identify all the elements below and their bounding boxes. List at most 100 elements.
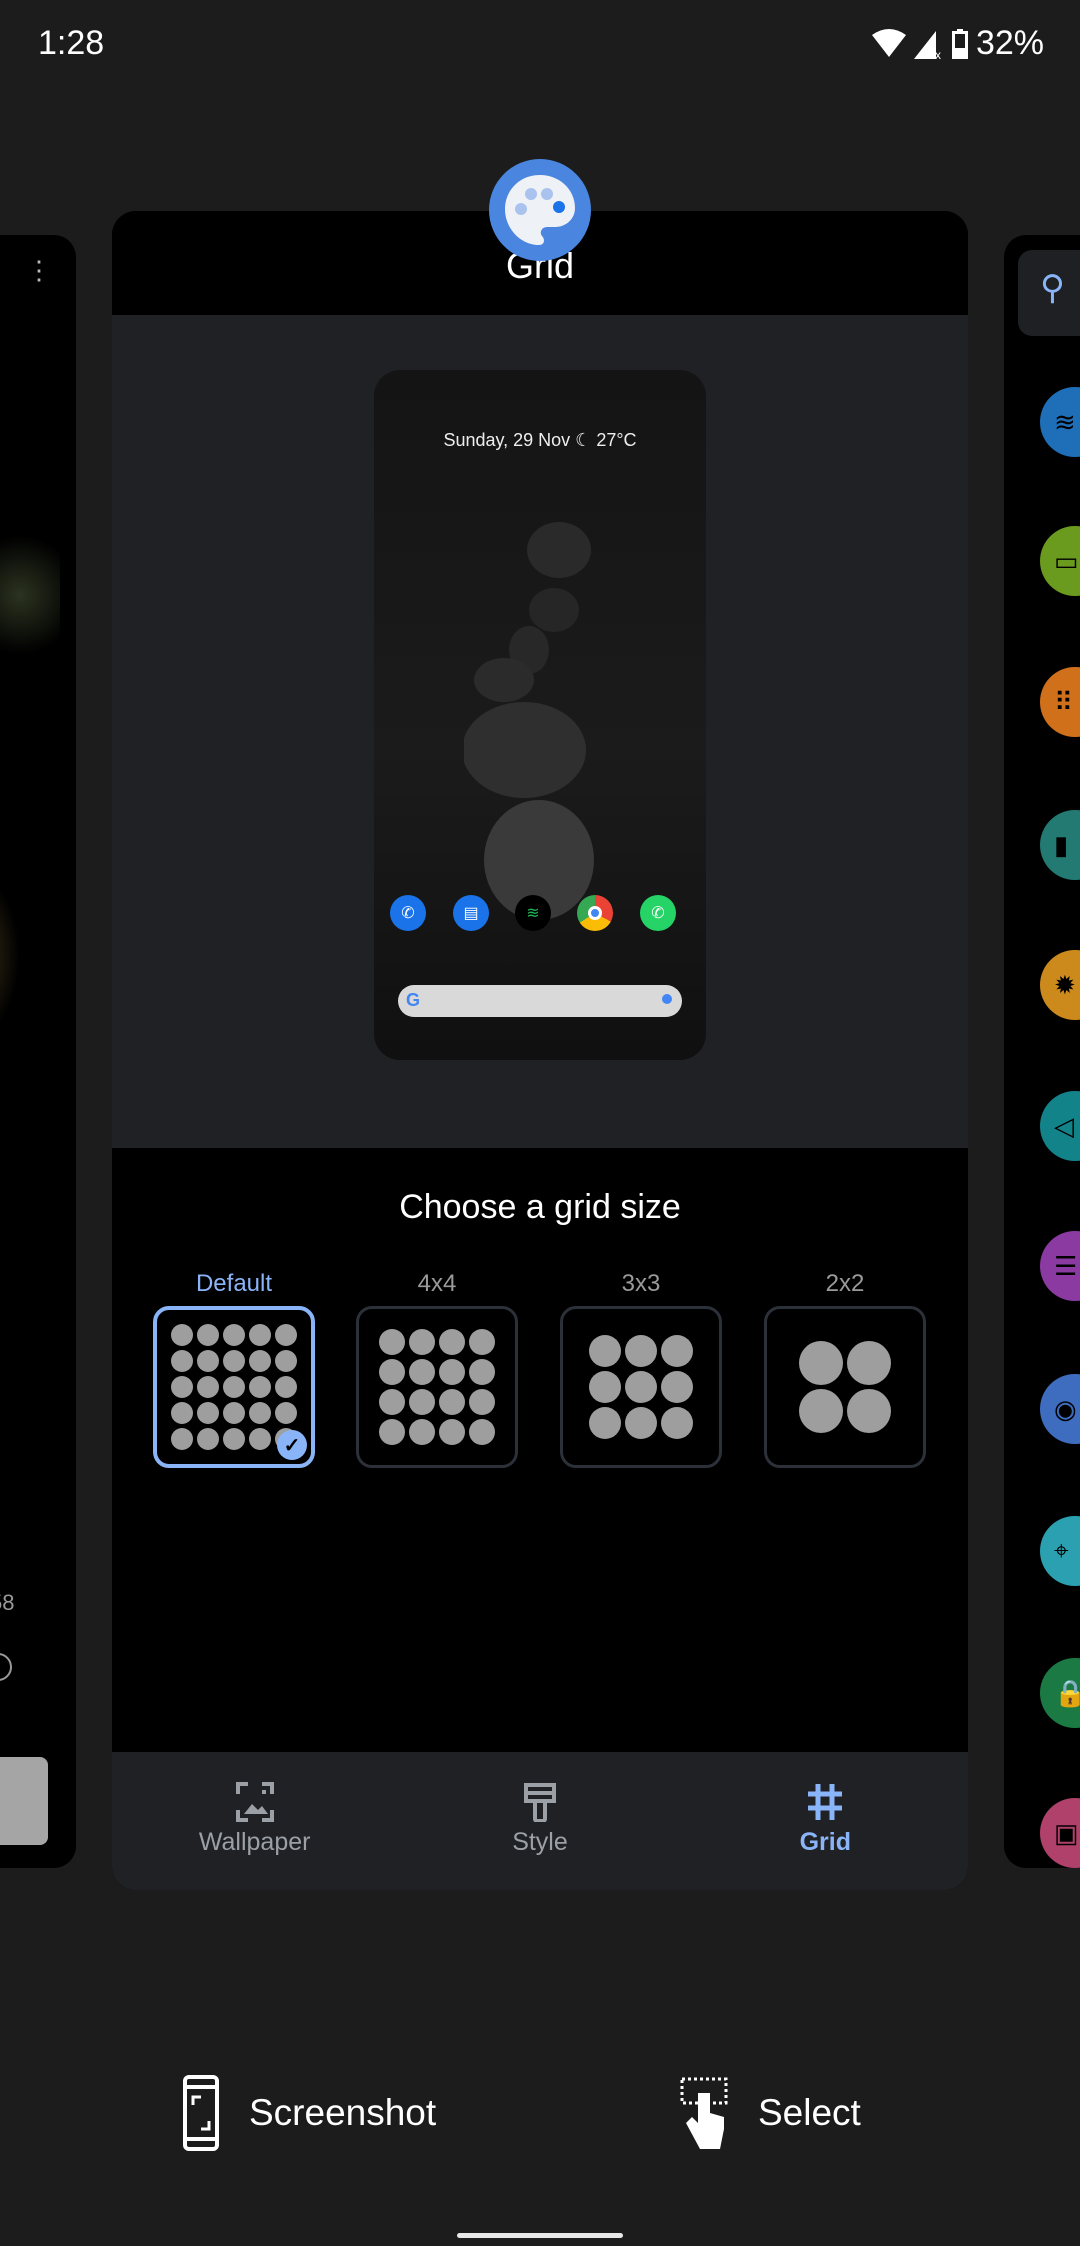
home-screen-preview[interactable]: Sunday, 29 Nov ☾ 27°C ✆ ▤ ≋ ✆ G <box>374 370 706 1060</box>
signal-no-data-icon: x <box>913 30 941 59</box>
grid-option-2x2[interactable] <box>764 1306 926 1468</box>
grid-dot <box>249 1324 271 1346</box>
grid-dot <box>223 1350 245 1372</box>
grid-dot <box>275 1350 297 1372</box>
wallpaper-sculpture <box>464 522 594 920</box>
grid-dot <box>469 1389 495 1415</box>
app-icon-palette[interactable] <box>489 159 591 261</box>
grid-dot <box>275 1324 297 1346</box>
grid-size-section: Choose a grid size Default ✓ 4x4 3x3 2x2 <box>112 1148 968 1752</box>
chrome-app-icon[interactable] <box>577 895 613 931</box>
status-time: 1:28 <box>38 24 105 62</box>
grid-dot <box>223 1376 245 1398</box>
grid-dot <box>249 1376 271 1398</box>
grid-dot <box>409 1359 435 1385</box>
whatsapp-app-icon[interactable]: ✆ <box>640 895 676 931</box>
tab-label: Wallpaper <box>198 1828 311 1856</box>
tab-style[interactable]: Style <box>397 1752 682 1890</box>
bottom-nav: Wallpaper Style Grid <box>112 1752 968 1890</box>
grid-dot <box>589 1407 621 1439</box>
grid-option-label: Default <box>195 1270 273 1297</box>
grid-dot <box>799 1389 843 1433</box>
screenshot-icon <box>183 2075 219 2151</box>
grid-dot <box>379 1419 405 1445</box>
grid-dot <box>439 1419 465 1445</box>
grid-dot <box>379 1359 405 1385</box>
grid-dot <box>439 1359 465 1385</box>
grid-dot <box>197 1428 219 1450</box>
grid-dot <box>625 1407 657 1439</box>
circle-icon <box>0 1653 12 1681</box>
recent-app-card-left[interactable]: ⋮ 58 <box>0 235 76 1868</box>
grid-dot <box>469 1329 495 1355</box>
grid-dot <box>249 1402 271 1424</box>
grid-dot <box>661 1335 693 1367</box>
grid-option-4x4[interactable] <box>356 1306 518 1468</box>
screenshot-label: Screenshot <box>249 2092 437 2133</box>
grid-dots <box>799 1341 891 1433</box>
grid-dot <box>171 1376 193 1398</box>
grid-dot <box>249 1350 271 1372</box>
spotify-app-icon[interactable]: ≋ <box>515 895 551 931</box>
grid-dot <box>171 1350 193 1372</box>
more-options-icon: ⋮ <box>26 255 52 285</box>
select-button[interactable]: Select <box>680 2075 861 2151</box>
grid-dot <box>171 1402 193 1424</box>
select-touch-icon <box>680 2077 728 2149</box>
phone-app-icon[interactable]: ✆ <box>390 895 426 931</box>
grid-dot <box>223 1324 245 1346</box>
grid-dot <box>171 1324 193 1346</box>
grid-dots <box>589 1335 693 1439</box>
recent-app-card-wallpaper-style[interactable]: Grid Sunday, 29 Nov ☾ 27°C ✆ ▤ ≋ ✆ G Cho… <box>112 211 968 1890</box>
grid-dot <box>197 1402 219 1424</box>
grid-dots <box>379 1329 495 1445</box>
grid-icon <box>808 1784 843 1820</box>
wallpaper-icon <box>235 1782 274 1822</box>
grid-option-default[interactable]: ✓ <box>153 1306 315 1468</box>
grid-dot <box>249 1428 271 1450</box>
grid-option-label: 4x4 <box>417 1270 457 1297</box>
tab-wallpaper[interactable]: Wallpaper <box>112 1752 397 1890</box>
battery-icon <box>951 28 968 59</box>
grid-dot <box>847 1389 891 1433</box>
tab-grid[interactable]: Grid <box>683 1752 968 1890</box>
partial-text: 58 <box>0 1590 15 1615</box>
grid-dot <box>197 1376 219 1398</box>
screenshot-button[interactable]: Screenshot <box>183 2075 436 2151</box>
wallpaper-fragment <box>0 875 20 1035</box>
svg-text:x: x <box>935 48 941 59</box>
messages-app-icon[interactable]: ▤ <box>453 895 489 931</box>
google-search-bar[interactable]: G <box>398 985 682 1017</box>
grid-dot <box>847 1341 891 1385</box>
grid-dot <box>379 1389 405 1415</box>
grid-dot <box>223 1428 245 1450</box>
grid-dot <box>197 1350 219 1372</box>
button-fragment <box>0 1757 48 1845</box>
status-icons: x 32% <box>871 24 1044 63</box>
grid-option-label: 2x2 <box>825 1270 865 1297</box>
section-title: Choose a grid size <box>399 1188 681 1226</box>
grid-dot <box>439 1329 465 1355</box>
grid-dot <box>799 1341 843 1385</box>
grid-dot <box>625 1335 657 1367</box>
grid-dot <box>439 1389 465 1415</box>
home-preview-area: Sunday, 29 Nov ☾ 27°C ✆ ▤ ≋ ✆ G <box>112 315 968 1148</box>
grid-dot <box>661 1407 693 1439</box>
grid-dot <box>171 1428 193 1450</box>
grid-dot <box>469 1419 495 1445</box>
grid-dot <box>275 1402 297 1424</box>
grid-option-3x3[interactable] <box>560 1306 722 1468</box>
grid-dot <box>409 1389 435 1415</box>
grid-dot <box>661 1371 693 1403</box>
grid-dots <box>171 1324 297 1450</box>
grid-dot <box>275 1376 297 1398</box>
recent-app-card-settings[interactable]: ⚲ <box>1004 235 1080 1868</box>
brush-icon <box>523 1783 556 1822</box>
tab-label: Grid <box>799 1828 852 1856</box>
search-icon: ⚲ <box>1018 250 1080 336</box>
gesture-home-bar[interactable] <box>457 2233 623 2238</box>
grid-dot <box>589 1371 621 1403</box>
grid-dot <box>197 1324 219 1346</box>
grid-option-label: 3x3 <box>621 1270 661 1297</box>
wifi-icon <box>871 28 906 57</box>
